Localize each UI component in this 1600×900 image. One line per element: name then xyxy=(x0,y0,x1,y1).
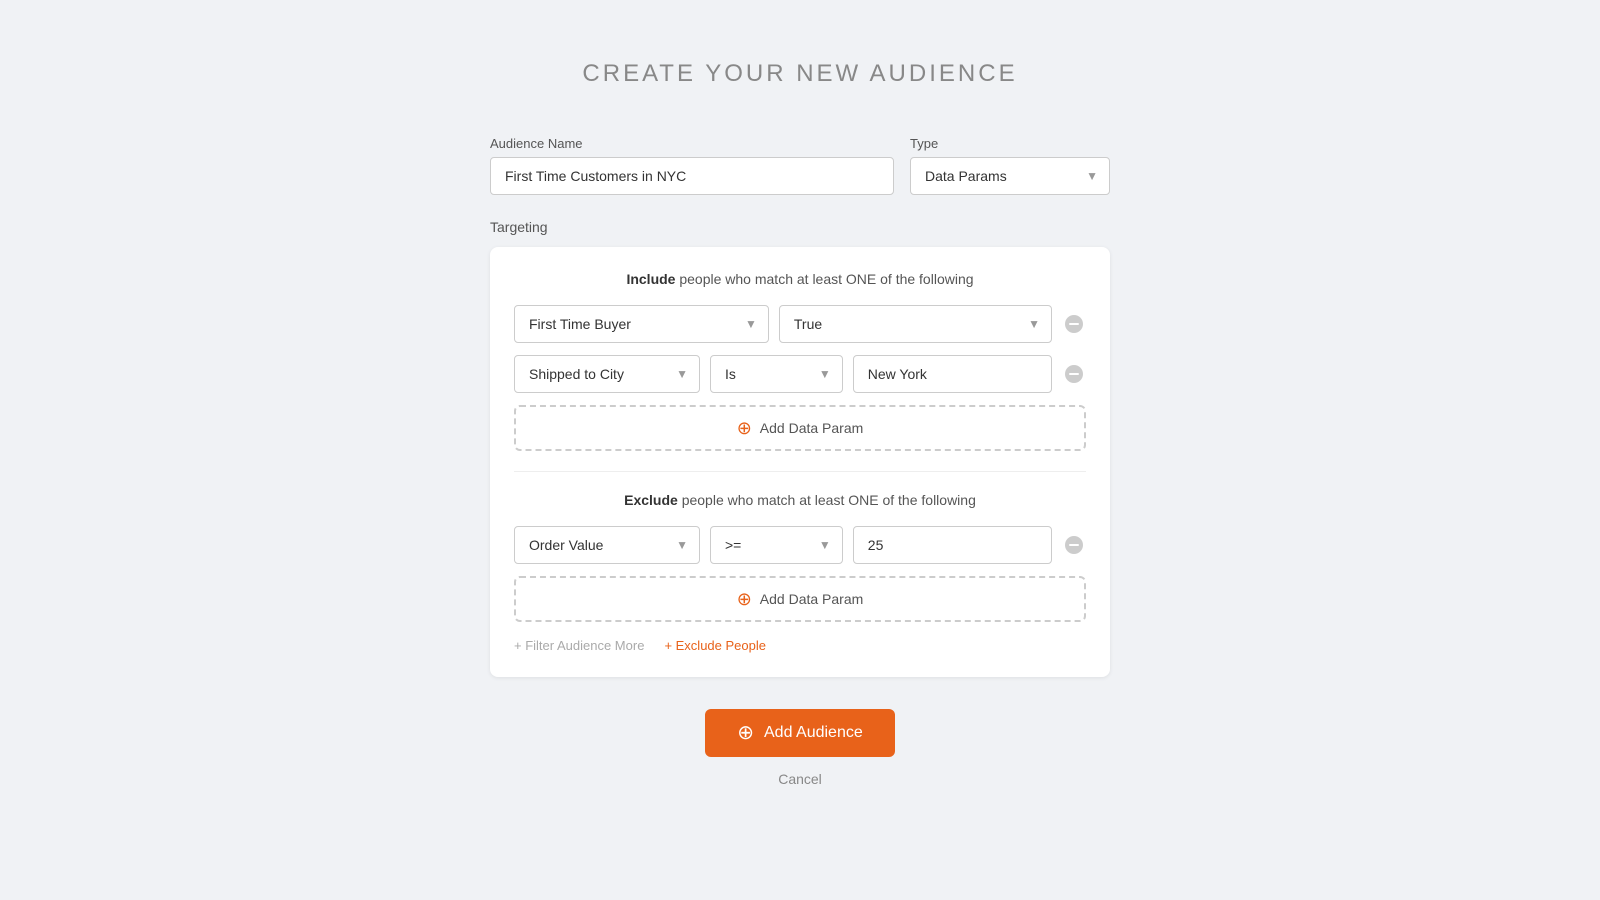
targeting-footer-links: + Filter Audience More + Exclude People xyxy=(514,638,1086,653)
include-rule-2: Shipped to City First Time Buyer Order V… xyxy=(514,355,1086,393)
exclude-rule-1-param-select[interactable]: Order Value First Time Buyer Shipped to … xyxy=(514,526,700,564)
include-rule-2-param-select[interactable]: Shipped to City First Time Buyer Order V… xyxy=(514,355,700,393)
type-label: Type xyxy=(910,136,1110,151)
include-rest: people who match at least ONE of the fol… xyxy=(675,271,973,287)
exclude-people-link[interactable]: + Exclude People xyxy=(664,638,766,653)
include-rule-2-value-input[interactable] xyxy=(853,355,1052,393)
exclude-bold: Exclude xyxy=(624,492,678,508)
add-audience-plus-icon: ⊕ xyxy=(737,723,754,743)
remove-circle-icon xyxy=(1064,535,1084,555)
include-rule-1-operator-select[interactable]: True False xyxy=(779,305,1052,343)
exclude-add-param-plus-icon: ⊕ xyxy=(737,590,752,608)
include-rule-1-remove-button[interactable] xyxy=(1062,314,1086,334)
cancel-link[interactable]: Cancel xyxy=(778,771,822,787)
section-divider xyxy=(514,471,1086,472)
audience-name-input[interactable] xyxy=(490,157,894,195)
actions-container: ⊕ Add Audience Cancel xyxy=(490,709,1110,787)
filter-audience-more-link[interactable]: + Filter Audience More xyxy=(514,638,644,653)
include-bold: Include xyxy=(626,271,675,287)
exclude-rule-1-value-input[interactable] xyxy=(853,526,1052,564)
add-audience-label: Add Audience xyxy=(764,724,863,742)
remove-circle-icon xyxy=(1064,364,1084,384)
exclude-add-param-button[interactable]: ⊕ Add Data Param xyxy=(514,576,1086,622)
add-audience-button[interactable]: ⊕ Add Audience xyxy=(705,709,895,757)
exclude-section-header: Exclude people who match at least ONE of… xyxy=(514,492,1086,508)
exclude-rule-1-operator-select[interactable]: >= <= Is Is Not xyxy=(710,526,843,564)
include-rule-2-operator-select[interactable]: Is Is Not Contains xyxy=(710,355,843,393)
remove-circle-icon xyxy=(1064,314,1084,334)
include-add-param-label: Add Data Param xyxy=(760,420,864,436)
exclude-rest: people who match at least ONE of the fol… xyxy=(678,492,976,508)
page-title: CREATE YOUR NEW AUDIENCE xyxy=(490,60,1110,88)
include-rule-1: First Time Buyer Shipped to City Order V… xyxy=(514,305,1086,343)
include-rule-1-param-select[interactable]: First Time Buyer Shipped to City Order V… xyxy=(514,305,769,343)
targeting-label: Targeting xyxy=(490,219,1110,235)
type-select[interactable]: Data Params CSV Upload API Sync xyxy=(910,157,1110,195)
include-section-header: Include people who match at least ONE of… xyxy=(514,271,1086,287)
exclude-rule-1-remove-button[interactable] xyxy=(1062,535,1086,555)
include-rule-2-remove-button[interactable] xyxy=(1062,364,1086,384)
exclude-add-param-label: Add Data Param xyxy=(760,591,864,607)
targeting-card: Include people who match at least ONE of… xyxy=(490,247,1110,677)
exclude-rule-1: Order Value First Time Buyer Shipped to … xyxy=(514,526,1086,564)
audience-name-label: Audience Name xyxy=(490,136,894,151)
add-param-plus-icon: ⊕ xyxy=(737,419,752,437)
include-add-param-button[interactable]: ⊕ Add Data Param xyxy=(514,405,1086,451)
